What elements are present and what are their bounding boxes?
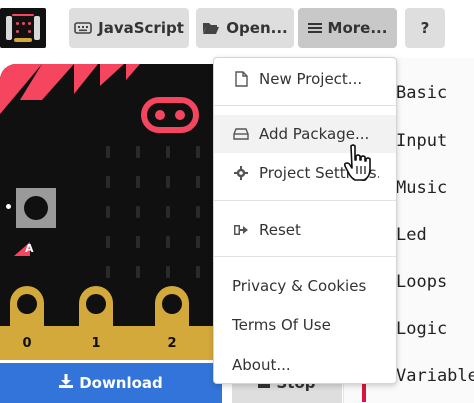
folder-open-icon xyxy=(202,21,220,35)
file-icon xyxy=(232,71,250,87)
keyboard-icon xyxy=(74,21,92,35)
javascript-button[interactable]: JavaScript xyxy=(69,8,189,48)
help-label: ? xyxy=(420,19,430,37)
category-logic[interactable]: Logic xyxy=(396,319,447,339)
top-bar: JavaScript Open... More... ? xyxy=(0,0,474,58)
microbit-logo[interactable] xyxy=(0,8,46,48)
pin-2[interactable]: 2 xyxy=(155,286,189,360)
category-input[interactable]: Input xyxy=(396,131,447,151)
open-label: Open... xyxy=(226,19,288,37)
hamburger-icon xyxy=(307,22,322,34)
reset-label: Reset xyxy=(259,221,301,239)
hand-pointer-cursor-icon xyxy=(343,144,371,181)
open-button[interactable]: Open... xyxy=(196,8,294,48)
menu-item-privacy-cookies[interactable]: Privacy & Cookies xyxy=(214,267,396,305)
more-dropdown-menu: New Project... Add Package... Project Se… xyxy=(213,57,397,384)
menu-divider xyxy=(214,256,396,257)
menu-divider xyxy=(214,200,396,201)
add-package-label: Add Package... xyxy=(259,125,370,143)
category-music[interactable]: Music xyxy=(396,178,447,198)
category-loops[interactable]: Loops xyxy=(396,272,447,292)
javascript-label: JavaScript xyxy=(98,19,184,37)
terms-of-use-label: Terms Of Use xyxy=(232,316,331,334)
category-variables-color-bar xyxy=(362,382,366,402)
gear-icon xyxy=(232,166,250,180)
privacy-cookies-label: Privacy & Cookies xyxy=(232,277,367,295)
menu-item-about[interactable]: About... xyxy=(214,346,396,384)
menu-divider xyxy=(214,105,396,106)
button-a-dot xyxy=(6,204,11,209)
button-a[interactable] xyxy=(16,188,56,228)
more-label: More... xyxy=(327,19,388,37)
pin-2-label: 2 xyxy=(167,336,177,351)
button-a-label: A xyxy=(25,242,34,255)
category-led[interactable]: Led xyxy=(396,225,427,245)
sign-out-icon xyxy=(232,224,250,236)
help-button[interactable]: ? xyxy=(405,8,445,48)
menu-item-reset[interactable]: Reset xyxy=(214,211,396,249)
new-project-label: New Project... xyxy=(259,70,363,88)
download-icon xyxy=(59,374,74,392)
pin-0-label: 0 xyxy=(22,336,32,351)
category-variables[interactable]: Variables xyxy=(396,366,474,386)
pin-1[interactable]: 1 xyxy=(79,286,113,360)
pin-0[interactable]: 0 xyxy=(10,286,44,360)
category-basic[interactable]: Basic xyxy=(396,83,447,103)
more-button[interactable]: More... xyxy=(298,8,397,48)
download-label: Download xyxy=(79,374,163,392)
menu-item-new-project[interactable]: New Project... xyxy=(214,60,396,98)
menu-item-terms-of-use[interactable]: Terms Of Use xyxy=(214,306,396,344)
hard-drive-icon xyxy=(232,128,250,140)
pin-1-label: 1 xyxy=(91,336,101,351)
microbit-simulator: A 0 1 2 xyxy=(0,64,226,360)
about-label: About... xyxy=(232,356,291,374)
download-button[interactable]: Download xyxy=(0,363,222,403)
